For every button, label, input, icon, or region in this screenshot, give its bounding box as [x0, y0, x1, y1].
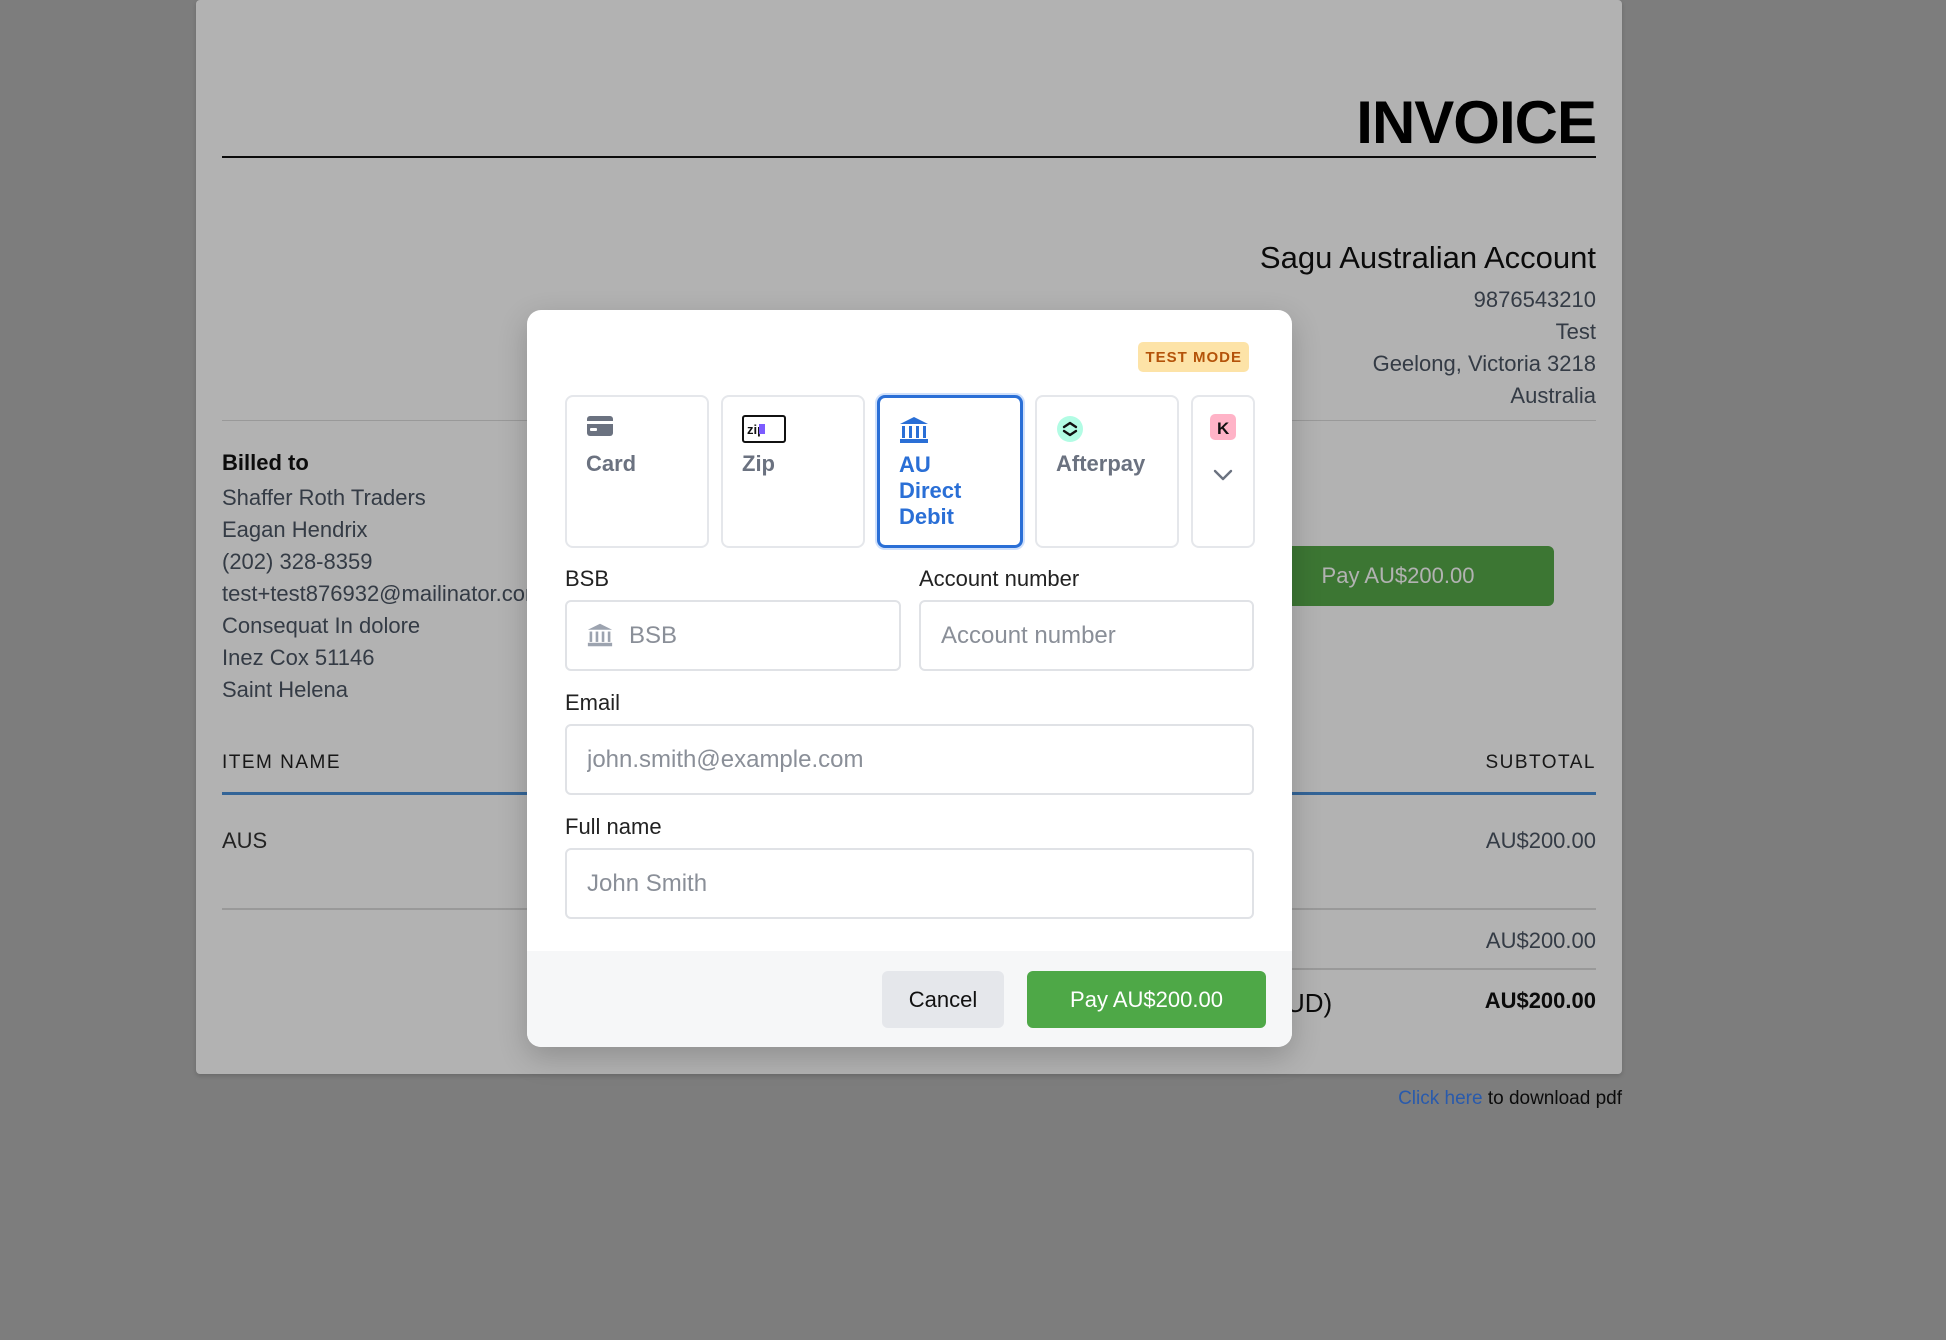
- tab-card[interactable]: Card: [565, 395, 709, 548]
- test-mode-badge: TEST MODE: [1138, 342, 1249, 372]
- email-input[interactable]: [565, 724, 1254, 795]
- full-name-input[interactable]: [565, 848, 1254, 919]
- pay-button[interactable]: Pay AU$200.00: [1027, 971, 1266, 1028]
- zip-logo-icon: zip: [742, 415, 863, 445]
- tab-au-direct-debit-label: AU Direct Debit: [899, 452, 962, 529]
- modal-footer: Cancel Pay AU$200.00: [527, 951, 1292, 1047]
- bsb-label: BSB: [565, 566, 610, 591]
- account-number-input[interactable]: [919, 600, 1254, 671]
- tab-afterpay-label: Afterpay: [1056, 451, 1146, 476]
- bsb-field: [565, 600, 901, 671]
- payment-modal: TEST MODE Card zip Zip AU Direct Debit A…: [527, 310, 1292, 1047]
- tab-more-methods[interactable]: K: [1191, 395, 1255, 548]
- tab-card-label: Card: [586, 451, 637, 476]
- tab-au-direct-debit[interactable]: AU Direct Debit: [877, 395, 1023, 548]
- email-label: Email: [565, 690, 621, 715]
- tab-zip-label: Zip: [742, 451, 775, 476]
- bank-icon: [587, 622, 613, 653]
- cancel-button[interactable]: Cancel: [882, 971, 1004, 1028]
- klarna-icon: K: [1193, 413, 1253, 447]
- chevron-down-icon: [1193, 461, 1253, 487]
- bsb-input[interactable]: [565, 600, 901, 671]
- svg-text:K: K: [1217, 419, 1230, 438]
- card-icon: [586, 415, 707, 445]
- full-name-label: Full name: [565, 814, 662, 839]
- tab-zip[interactable]: zip Zip: [721, 395, 865, 548]
- tab-afterpay[interactable]: Afterpay: [1035, 395, 1179, 548]
- afterpay-icon: [1056, 415, 1177, 445]
- bank-icon: [899, 416, 1020, 446]
- account-number-label: Account number: [919, 566, 1080, 591]
